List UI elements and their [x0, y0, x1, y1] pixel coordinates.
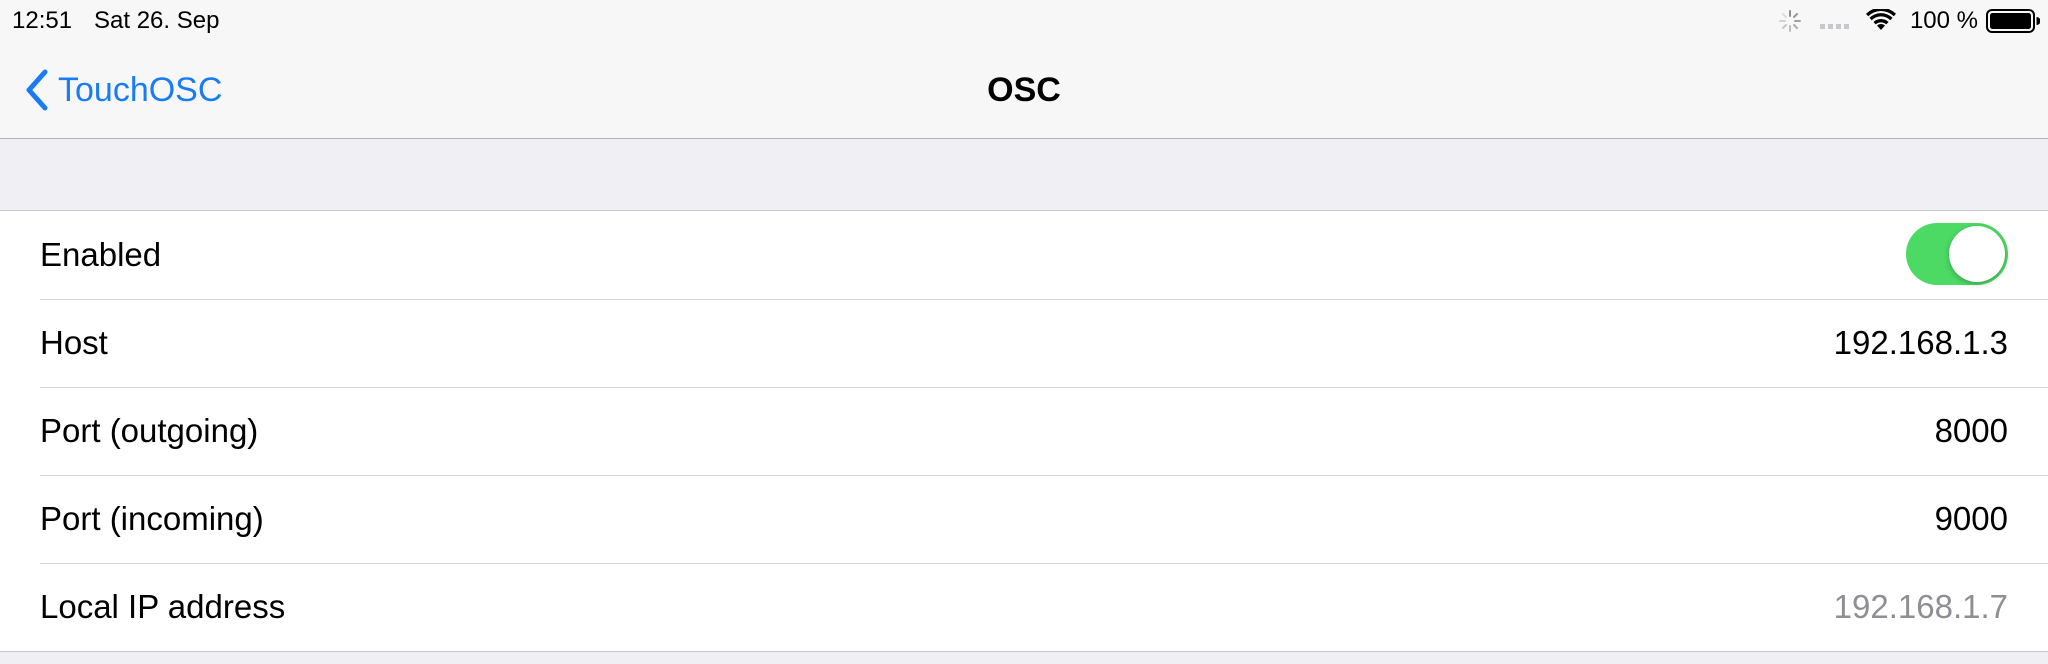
enabled-toggle[interactable] [1906, 223, 2008, 285]
battery-icon [1986, 9, 2040, 33]
toggle-knob [1949, 226, 2005, 282]
navigation-bar: TouchOSC OSC [0, 44, 2048, 139]
host-label: Host [40, 324, 108, 361]
status-indicators: 100 % [1778, 6, 2040, 36]
settings-table: Enabled Host 192.168.1.3 Port (outgoing)… [0, 210, 2048, 652]
battery-fill [1990, 13, 2031, 29]
settings-row-local-ip: Local IP address 192.168.1.7 [0, 563, 2048, 651]
enabled-label: Enabled [40, 236, 162, 273]
page-title: OSC [987, 71, 1061, 109]
local-ip-value: 192.168.1.7 [1833, 588, 2008, 625]
wifi-icon [1865, 9, 1896, 30]
battery-percent: 100 % [1909, 7, 1978, 34]
host-value[interactable]: 192.168.1.3 [1834, 299, 2008, 387]
port-incoming-label: Port (incoming) [40, 500, 264, 537]
local-ip-label: Local IP address [40, 588, 286, 625]
status-time: 12:51 [12, 7, 73, 34]
settings-row-port-outgoing[interactable]: Port (outgoing) 8000 [0, 387, 2048, 475]
cellular-signal-icon [1819, 24, 1849, 29]
status-date: Sat 26. Sep [94, 7, 220, 34]
port-outgoing-value[interactable]: 8000 [1935, 387, 2008, 475]
port-outgoing-label: Port (outgoing) [40, 412, 259, 449]
settings-row-host[interactable]: Host 192.168.1.3 [0, 299, 2048, 387]
status-bar: 12:51 Sat 26. Sep 100 % [0, 0, 2048, 44]
settings-row-port-incoming[interactable]: Port (incoming) 9000 [0, 475, 2048, 563]
activity-spinner-icon [1778, 10, 1801, 32]
settings-row-enabled: Enabled [0, 211, 2048, 299]
port-incoming-value[interactable]: 9000 [1935, 475, 2008, 563]
